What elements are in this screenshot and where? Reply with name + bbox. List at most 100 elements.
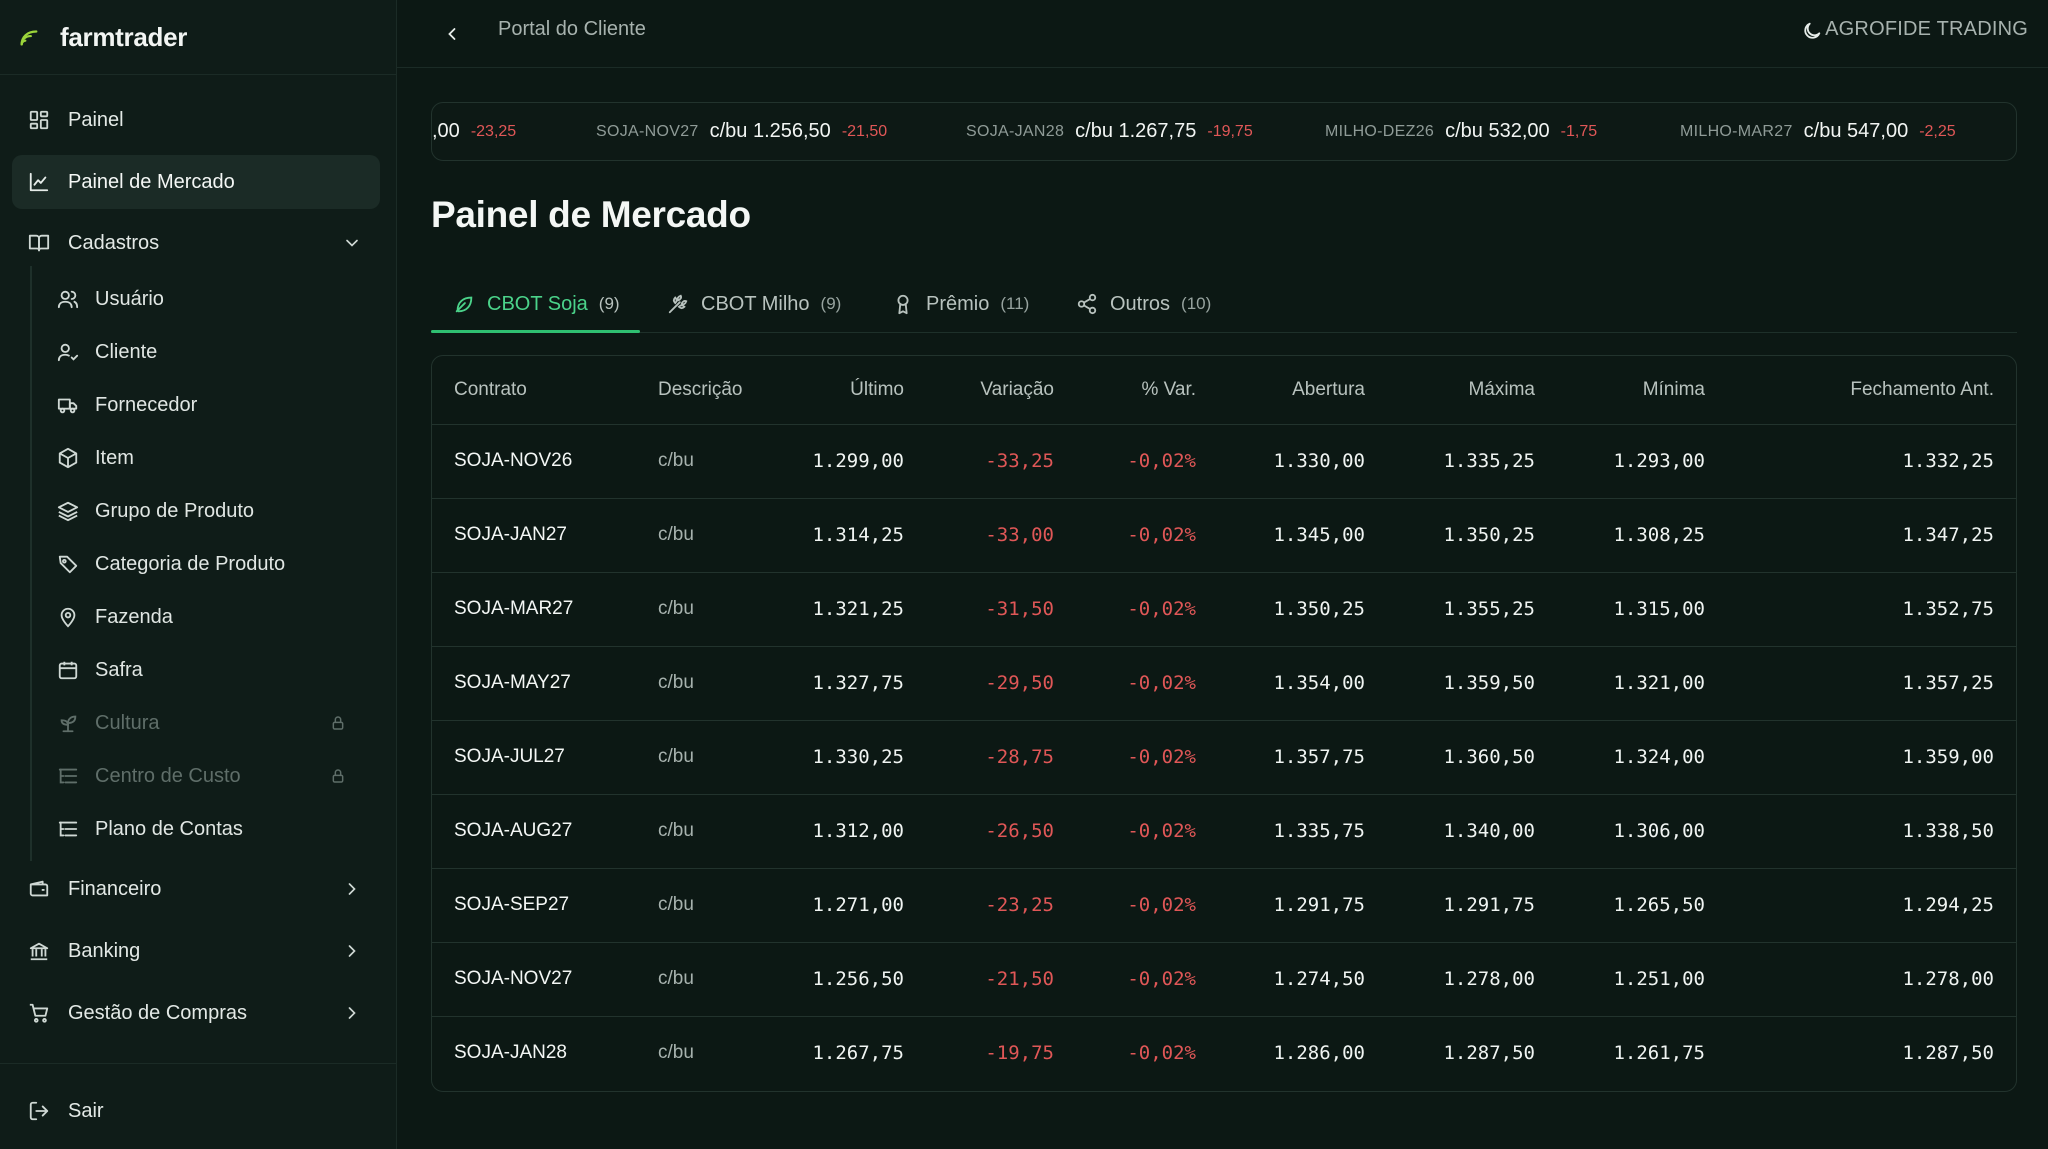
- cell-pct-var: -0,02%: [1076, 572, 1218, 647]
- sidebar-item-painel[interactable]: Painel: [12, 93, 380, 147]
- sidebar-item-label: Usuário: [95, 287, 164, 310]
- table-row[interactable]: SOJA-JAN27 c/bu 1.314,25 -33,00 -0,02% 1.345,…: [432, 498, 2016, 573]
- tab-label: Prêmio: [926, 292, 990, 315]
- cell-fechamento-ant: 1.359,00: [1727, 720, 2016, 795]
- tab-outros[interactable]: Outros (10): [1076, 275, 1211, 333]
- truck-icon: [57, 394, 79, 416]
- ticker-symbol: SOJA-JAN28: [966, 122, 1065, 140]
- ticker-item[interactable]: SOJA-JAN28 c/bu 1.267,75 -19,75: [966, 103, 1253, 160]
- cell-fechamento-ant: 1.294,25: [1727, 868, 2016, 943]
- sidebar-item-financeiro[interactable]: Financeiro: [12, 862, 380, 916]
- brand-name: farmtrader: [60, 21, 188, 52]
- tab-cbot-milho[interactable]: CBOT Milho (9): [667, 275, 841, 333]
- brand[interactable]: farmtrader: [0, 0, 396, 75]
- column-header-descricao[interactable]: Descrição: [636, 356, 786, 425]
- table-row[interactable]: SOJA-JAN28 c/bu 1.267,75 -19,75 -0,02% 1.286,…: [432, 1016, 2016, 1090]
- sidebar-item-cliente[interactable]: Cliente: [44, 329, 380, 375]
- topbar: Portal do Cliente AGROFIDE TRADING: [397, 0, 2048, 68]
- theme-toggle-button[interactable]: [1797, 16, 1827, 46]
- ticker-change: -1,75: [1560, 122, 1598, 140]
- tab-cbot-soja[interactable]: CBOT Soja (9): [453, 275, 620, 333]
- tags-icon: [57, 553, 79, 575]
- column-header-ultimo[interactable]: Último: [786, 356, 926, 425]
- table-header-row: Contrato Descrição Último Variação % Var…: [432, 356, 2016, 425]
- book-open-icon: [28, 232, 50, 254]
- ticker-item[interactable]: SOJA-NOV27 c/bu 1.256,50 -21,50: [596, 103, 887, 160]
- cell-maxima: 1.335,25: [1387, 424, 1557, 499]
- sidebar-item-gestao-de-compras[interactable]: Gestão de Compras: [12, 986, 380, 1040]
- ticker-price: c/bu 532,00: [1445, 120, 1550, 142]
- moon-icon: [1804, 22, 1821, 39]
- cell-abertura: 1.291,75: [1218, 868, 1387, 943]
- sidebar-item-item[interactable]: Item: [44, 435, 380, 481]
- ticker-change: -21,50: [841, 122, 888, 140]
- sidebar-item-plano-de-contas[interactable]: Plano de Contas: [44, 806, 380, 852]
- cell-contrato: SOJA-MAY27: [432, 646, 636, 721]
- submenu-rail: [30, 266, 32, 861]
- table-row[interactable]: SOJA-MAY27 c/bu 1.327,75 -29,50 -0,02% 1.354,…: [432, 646, 2016, 721]
- cell-maxima: 1.291,75: [1387, 868, 1557, 943]
- sidebar-item-banking[interactable]: Banking: [12, 924, 380, 978]
- sidebar-item-usuario[interactable]: Usuário: [44, 276, 380, 322]
- table-row[interactable]: SOJA-JUL27 c/bu 1.330,25 -28,75 -0,02% 1.357,…: [432, 720, 2016, 795]
- ticker-price: c/bu 1.256,50: [709, 120, 831, 142]
- chevron-right-icon: [342, 941, 362, 961]
- column-header-contrato[interactable]: Contrato: [432, 356, 636, 425]
- sidebar-item-cadastros[interactable]: Cadastros: [12, 216, 380, 270]
- sprout-icon: [57, 712, 79, 734]
- tab-premio[interactable]: Prêmio (11): [892, 275, 1029, 333]
- cell-descricao: c/bu: [636, 794, 786, 869]
- sidebar-item-fornecedor[interactable]: Fornecedor: [44, 382, 380, 428]
- cell-contrato: SOJA-AUG27: [432, 794, 636, 869]
- sidebar-item-label: Cliente: [95, 340, 158, 363]
- column-header-fechamento-ant[interactable]: Fechamento Ant.: [1727, 356, 2016, 425]
- active-tab-indicator: [431, 330, 640, 333]
- tab-count: (9): [820, 294, 842, 313]
- sidebar-item-safra[interactable]: Safra: [44, 647, 380, 693]
- ticker-symbol: SOJA-NOV27: [596, 122, 699, 140]
- table-row[interactable]: SOJA-AUG27 c/bu 1.312,00 -26,50 -0,02% 1.335,…: [432, 794, 2016, 869]
- tab-count: (9): [598, 294, 620, 313]
- company-name[interactable]: AGROFIDE TRADING: [1825, 18, 2028, 41]
- market-tabs: CBOT Soja (9) CBOT Milho (9) Prêmio (11)…: [431, 275, 2017, 333]
- cell-ultimo: 1.267,75: [812, 1042, 904, 1065]
- breadcrumb[interactable]: Portal do Cliente: [498, 18, 646, 41]
- sidebar-item-painel-de-mercado[interactable]: Painel de Mercado: [12, 155, 380, 209]
- column-header-minima[interactable]: Mínima: [1557, 356, 1727, 425]
- cell-contrato: SOJA-JAN28: [454, 1042, 567, 1064]
- sidebar-item-grupo-de-produto[interactable]: Grupo de Produto: [44, 488, 380, 534]
- column-header-maxima[interactable]: Máxima: [1387, 356, 1557, 425]
- farmtrader-logo-icon: [18, 26, 40, 48]
- logout-button[interactable]: Sair: [12, 1084, 380, 1138]
- table-row[interactable]: SOJA-SEP27 c/bu 1.271,00 -23,25 -0,02% 1.291,…: [432, 868, 2016, 943]
- table-row[interactable]: SOJA-NOV26 c/bu 1.299,00 -33,25 -0,02% 1.330,…: [432, 424, 2016, 499]
- cell-ultimo: 1.321,25: [786, 572, 926, 647]
- sidebar-item-label: Cadastros: [68, 231, 160, 254]
- table-row[interactable]: SOJA-MAR27 c/bu 1.321,25 -31,50 -0,02% 1.350,…: [432, 572, 2016, 647]
- column-header-abertura[interactable]: Abertura: [1218, 356, 1387, 425]
- cell-fechamento-ant: 1.332,25: [1727, 424, 2016, 499]
- cell-maxima: 1.355,25: [1387, 572, 1557, 647]
- column-header-variacao[interactable]: Variação: [926, 356, 1076, 425]
- ticker-item[interactable]: ,00 -23,25: [432, 103, 516, 160]
- cell-descricao: c/bu: [636, 720, 786, 795]
- tab-count: (10): [1181, 294, 1212, 313]
- package-icon: [57, 447, 79, 469]
- cell-abertura: 1.345,00: [1218, 498, 1387, 573]
- market-table: Contrato Descrição Último Variação % Var…: [431, 355, 2017, 1092]
- cell-abertura: 1.357,75: [1218, 720, 1387, 795]
- back-button[interactable]: [437, 19, 467, 49]
- ticker-price: c/bu 1.267,75: [1075, 120, 1197, 142]
- sidebar-item-fazenda[interactable]: Fazenda: [44, 594, 380, 640]
- sidebar-item-label: Painel: [68, 108, 124, 131]
- cell-pct-var: -0,02%: [1127, 1042, 1196, 1065]
- cell-pct-var: -0,02%: [1076, 646, 1218, 721]
- table-row[interactable]: SOJA-NOV27 c/bu 1.256,50 -21,50 -0,02% 1.274,…: [432, 942, 2016, 1017]
- sidebar-item-label: Fornecedor: [95, 393, 198, 416]
- logout-label: Sair: [68, 1099, 104, 1122]
- sidebar-item-label: Safra: [95, 658, 143, 681]
- ticker-item[interactable]: MILHO-DEZ26 c/bu 532,00 -1,75: [1325, 103, 1597, 160]
- column-header-pct-var[interactable]: % Var.: [1076, 356, 1218, 425]
- ticker-item[interactable]: MILHO-MAR27 c/bu 547,00 -2,25: [1680, 103, 1956, 160]
- sidebar-item-categoria-de-produto[interactable]: Categoria de Produto: [44, 541, 380, 587]
